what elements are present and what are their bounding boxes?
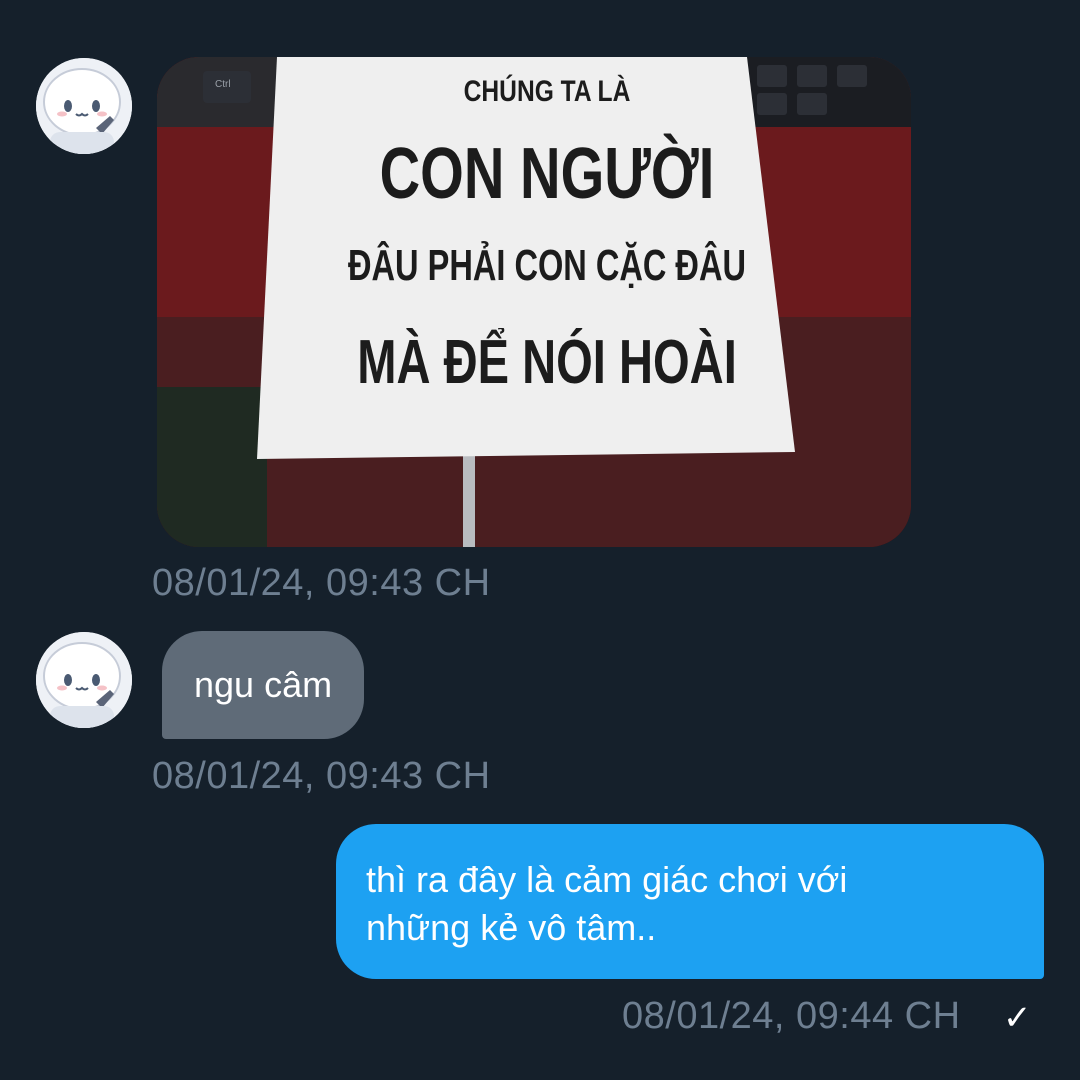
- message-timestamp: 08/01/24, 09:43 CH: [152, 562, 491, 604]
- checkmark-icon: ✓: [1003, 999, 1032, 1037]
- sign-line-2: CON NGƯỜI: [379, 134, 715, 214]
- sign-line-1: CHÚNG TA LÀ: [463, 75, 631, 108]
- incoming-message-bubble[interactable]: ngu câm: [162, 631, 365, 739]
- message-text-line-2: những kẻ vô tâm..: [366, 907, 657, 948]
- message-timestamp: 08/01/24, 09:43 CH: [152, 755, 491, 797]
- sign-line-4: MÀ ĐỂ NÓI HOÀI: [357, 328, 737, 397]
- outgoing-message-bubble[interactable]: thì ra đây là cảm giác chơi với những kẻ…: [336, 824, 1044, 979]
- message-timestamp: 08/01/24, 09:44 CH: [622, 995, 961, 1037]
- cartoon-avatar-icon: [36, 58, 132, 154]
- message-text-line-1: thì ra đây là cảm giác chơi với: [366, 859, 848, 900]
- message-text: ngu câm: [194, 664, 333, 705]
- sender-avatar[interactable]: [36, 632, 132, 728]
- sign-line-3: ĐÂU PHẢI CON CẶC ĐÂU: [348, 241, 746, 290]
- sender-avatar[interactable]: [36, 58, 132, 154]
- shared-image[interactable]: Ctrl CHÚNG TA LÀ CON NGƯỜI ĐÂU PHẢI CON …: [157, 57, 911, 547]
- keyboard-key-label: Ctrl: [215, 79, 231, 90]
- sign-photo-background: [157, 57, 911, 547]
- cartoon-avatar-icon: [36, 632, 132, 728]
